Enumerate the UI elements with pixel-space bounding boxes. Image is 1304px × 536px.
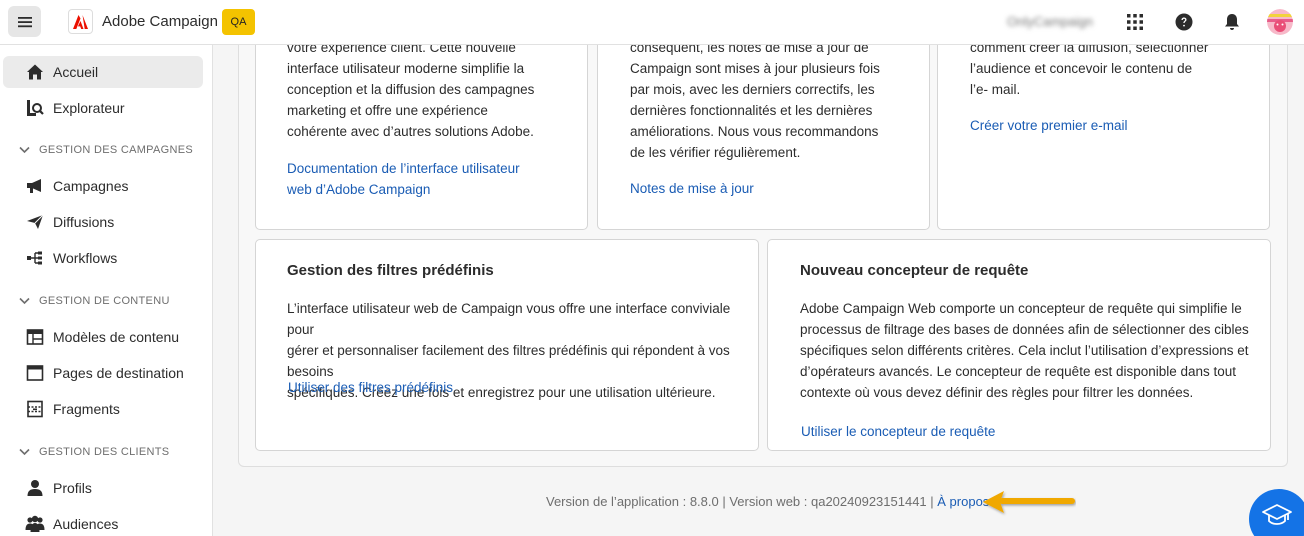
section-title: GESTION DE CONTENU [39,295,170,307]
section-header-content[interactable]: GESTION DE CONTENU [18,293,170,309]
text-line: de les vérifier régulièrement. [630,145,801,160]
environment-badge: QA [222,9,255,35]
card-release-notes: conséquent, les notes de mise à jour de … [597,20,930,230]
version-footer: Version de l’application : 8.8.0 | Versi… [546,494,989,509]
sidebar-item-label: Explorateur [53,100,125,116]
menu-button[interactable] [8,6,41,37]
sidebar-item-landing-pages[interactable]: Pages de destination [3,357,203,389]
user-icon [25,478,45,498]
text-line: interface utilisateur moderne simplifie … [287,61,525,76]
sidebar-item-explorer[interactable]: Explorateur [3,92,203,124]
chevron-down-icon [18,144,30,156]
avatar-icon [1267,9,1293,35]
section-header-customers[interactable]: GESTION DES CLIENTS [18,444,169,460]
card-description: votre expérience client. Cette nouvelle … [287,37,534,142]
sidebar-item-audiences[interactable]: Audiences [3,508,203,536]
fragment-icon [25,399,45,419]
menu-icon [17,16,32,27]
card-first-email: comment créer la diffusion, sélectionner… [937,20,1270,230]
sidebar-item-deliveries[interactable]: Diffusions [3,206,203,238]
megaphone-icon [25,176,45,196]
app-name[interactable]: Adobe Campaign [102,13,218,30]
sidebar-item-label: Campagnes [53,178,129,194]
landing-page-icon [25,363,45,383]
help-button[interactable] [1173,11,1195,33]
card-description: conséquent, les notes de mise à jour de … [630,37,880,163]
graduation-cap-icon [1262,504,1292,525]
text-line: d’opérateurs avancés. Le concepteur de r… [800,364,1237,379]
text-line: marketing et offre une expérience [287,103,488,118]
text-line: Adobe Campaign Web comporte un concepteu… [800,301,1242,316]
apps-grid-button[interactable] [1124,11,1146,33]
send-icon [25,212,45,232]
sidebar-item-label: Workflows [53,250,118,266]
text-line: spécifiques selon différents critères. C… [800,343,1249,358]
card-description: comment créer la diffusion, sélectionner… [970,37,1208,100]
help-icon [1175,13,1193,31]
text-line: l’e- mail. [970,82,1021,97]
link-line[interactable]: Créer votre premier e-mail [970,115,1128,136]
apps-grid-icon [1127,14,1143,30]
text-line: dernières fonctionnalités et les dernièr… [630,103,873,118]
template-icon [25,327,45,347]
section-header-campaigns[interactable]: GESTION DES CAMPAGNES [18,142,193,158]
release-notes-link[interactable]: Notes de mise à jour [630,178,754,199]
card-title: Gestion des filtres prédéfinis [287,262,494,279]
chevron-down-icon [18,446,30,458]
sidebar-item-fragments[interactable]: Fragments [3,393,203,425]
learn-help-button[interactable] [1249,489,1304,536]
link-line[interactable]: Documentation de l’interface utilisateur [287,158,520,179]
organization-name[interactable]: OnlyCampaign [1007,14,1093,29]
sidebar-item-campaigns[interactable]: Campagnes [3,170,203,202]
annotation-arrow-icon [983,491,1075,513]
link-line[interactable]: web d’Adobe Campaign [287,179,520,200]
text-line: améliorations. Nous vous recommandons [630,124,879,139]
workflow-icon [25,248,45,268]
card-description: Adobe Campaign Web comporte un concepteu… [800,298,1249,403]
sidebar-item-label: Fragments [53,401,120,417]
adobe-icon [73,14,88,29]
text-line: par mois, avec les derniers correctifs, … [630,82,875,97]
sidebar-item-label: Audiences [53,516,119,532]
predefined-filters-link[interactable]: Utiliser des filtres prédéfinis [288,377,453,398]
card-predefined-filters: Gestion des filtres prédéfinis L’interfa… [255,239,759,451]
section-title: GESTION DES CLIENTS [39,446,170,458]
text-line: l’audience et concevoir le contenu de [970,61,1193,76]
sidebar-item-workflows[interactable]: Workflows [3,242,203,274]
chevron-down-icon [18,295,30,307]
adobe-logo[interactable] [68,9,93,34]
home-icon [25,62,45,82]
sidebar-item-label: Profils [53,480,92,496]
text-line: gérer et personnaliser facilement des fi… [287,343,730,379]
card-new-interface: votre expérience client. Cette nouvelle … [255,20,588,230]
text-line: L’interface utilisateur web de Campaign … [287,301,731,337]
sidebar-item-home[interactable]: Accueil [3,56,203,88]
card-query-modeler: Nouveau concepteur de requête Adobe Camp… [767,239,1271,451]
text-line: contexte où vous devez définir des règle… [800,385,1194,400]
link-line[interactable]: Notes de mise à jour [630,178,754,199]
first-email-link[interactable]: Créer votre premier e-mail [970,115,1128,136]
sidebar-item-label: Pages de destination [53,365,184,381]
notifications-button[interactable] [1221,11,1243,33]
sidebar-item-label: Modèles de contenu [53,329,180,345]
section-title: GESTION DES CAMPAGNES [39,144,194,156]
query-modeler-link[interactable]: Utiliser le concepteur de requête [801,421,995,442]
card-title: Nouveau concepteur de requête [800,262,1029,279]
version-text: Version de l’application : 8.8.0 | Versi… [546,494,938,509]
sidebar-item-label: Accueil [53,64,99,80]
text-line: processus de filtrage des bases de donné… [800,322,1249,337]
sidebar-item-content-templates[interactable]: Modèles de contenu [3,321,203,353]
explorer-icon [25,98,45,118]
top-bar: Adobe Campaign QA OnlyCampaign [0,0,1304,45]
text-line: cohérente avec d’autres solutions Adobe. [287,124,534,139]
text-line: Campaign sont mises à jour plusieurs foi… [630,61,880,76]
documentation-link[interactable]: Documentation de l’interface utilisateur… [287,158,520,200]
sidebar-item-label: Diffusions [53,214,115,230]
bell-icon [1225,14,1239,30]
text-line: conception et la diffusion des campagnes [287,82,535,97]
sidebar: Accueil Explorateur GESTION DES CAMPAGNE… [0,45,213,536]
group-icon [25,514,45,534]
user-avatar[interactable] [1267,9,1293,35]
sidebar-item-profiles[interactable]: Profils [3,472,203,504]
